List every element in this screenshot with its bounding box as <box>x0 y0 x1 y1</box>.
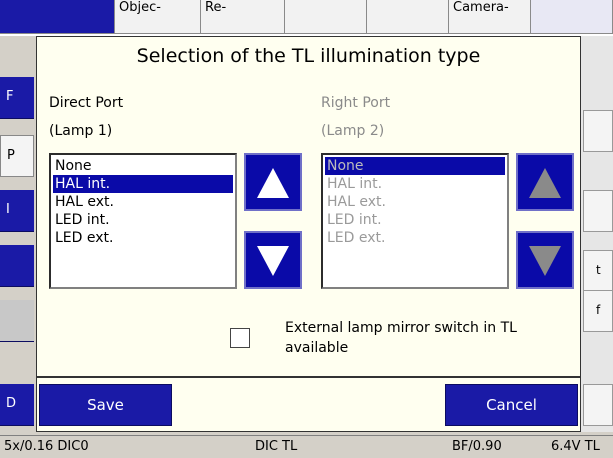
list-item[interactable]: LED int. <box>53 211 233 229</box>
left-side-button-p[interactable]: P <box>0 135 34 177</box>
mirror-switch-checkbox[interactable] <box>230 328 250 348</box>
toolbar-tab-objective[interactable]: Objec- <box>115 0 201 34</box>
left-side-button-f[interactable]: F <box>0 77 34 119</box>
direct-port-up-button[interactable] <box>244 153 302 211</box>
status-voltage: 6.4V TL <box>551 439 600 454</box>
toolbar-tab-5[interactable] <box>367 0 449 34</box>
list-item[interactable]: LED ext. <box>325 229 505 247</box>
right-side-button-1[interactable] <box>583 110 613 152</box>
toolbar-tab-1[interactable] <box>0 0 115 34</box>
right-port-label: Right Port <box>321 95 391 111</box>
status-filter: BF/0.90 <box>452 439 502 454</box>
status-mode: DIC TL <box>255 439 298 454</box>
footer-divider <box>37 376 580 378</box>
list-item[interactable]: LED int. <box>325 211 505 229</box>
list-item[interactable]: None <box>53 157 233 175</box>
list-item[interactable]: LED ext. <box>53 229 233 247</box>
mirror-switch-label: External lamp mirror switch in TL availa… <box>285 320 517 356</box>
save-button[interactable]: Save <box>39 384 172 426</box>
cancel-button[interactable]: Cancel <box>445 384 578 426</box>
right-side-panel <box>580 36 613 432</box>
list-item-selected[interactable]: HAL int. <box>53 175 233 193</box>
right-port-up-button[interactable] <box>516 153 574 211</box>
right-port-sublabel: (Lamp 2) <box>321 123 385 139</box>
toolbar-tab-camera[interactable]: Camera- <box>449 0 531 34</box>
left-side-button-5[interactable] <box>0 300 34 342</box>
status-bar: 5x/0.16 DIC0 DIC TL BF/0.90 6.4V TL <box>0 435 613 458</box>
toolbar-tab-4[interactable] <box>285 0 367 34</box>
left-side-button-d[interactable]: D <box>0 384 34 426</box>
toolbar-tab-re[interactable]: Re- <box>201 0 285 34</box>
list-item[interactable]: HAL ext. <box>53 193 233 211</box>
right-side-button-3[interactable] <box>583 384 613 426</box>
top-toolbar: Objec- Re- Camera- <box>0 0 613 36</box>
list-item-selected[interactable]: None <box>325 157 505 175</box>
direct-port-listbox[interactable]: None HAL int. HAL ext. LED int. LED ext. <box>49 153 237 289</box>
right-side-button-f[interactable]: f <box>583 290 613 332</box>
right-side-button-t[interactable]: t <box>583 250 613 292</box>
list-item[interactable]: HAL int. <box>325 175 505 193</box>
direct-port-sublabel: (Lamp 1) <box>49 123 113 139</box>
right-port-down-button[interactable] <box>516 231 574 289</box>
list-item[interactable]: HAL ext. <box>325 193 505 211</box>
arrow-down-icon <box>257 246 289 276</box>
dialog-title: Selection of the TL illumination type <box>136 45 481 67</box>
direct-port-label: Direct Port <box>49 95 124 111</box>
arrow-up-icon <box>257 168 289 198</box>
right-port-listbox[interactable]: None HAL int. HAL ext. LED int. LED ext. <box>321 153 509 289</box>
tl-illumination-dialog: Selection of the TL illumination type Di… <box>36 36 581 432</box>
right-side-button-2[interactable] <box>583 190 613 232</box>
direct-port-down-button[interactable] <box>244 231 302 289</box>
left-side-button-4[interactable] <box>0 245 34 287</box>
arrow-up-icon <box>529 168 561 198</box>
status-objective: 5x/0.16 DIC0 <box>4 439 89 454</box>
arrow-down-icon <box>529 246 561 276</box>
left-side-button-i[interactable]: I <box>0 190 34 232</box>
toolbar-tab-7[interactable] <box>531 0 613 34</box>
